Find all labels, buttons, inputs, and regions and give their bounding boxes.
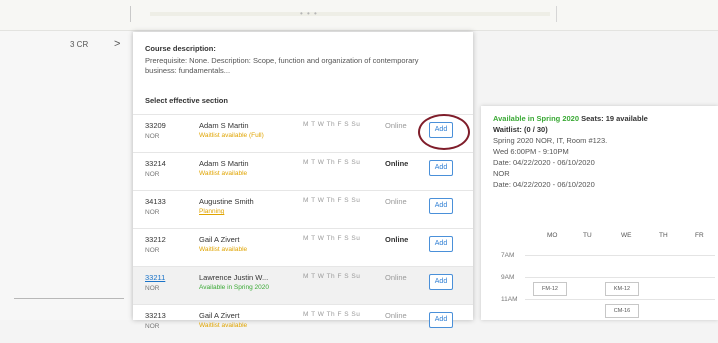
availability-status: Available in Spring 2020: [493, 114, 580, 123]
section-status: Waitlist available: [199, 170, 248, 177]
section-row[interactable]: 33213 NOR Gail A Zivert Waitlist availab…: [133, 304, 473, 343]
date-range: Date: 04/22/2020 - 06/10/2020: [493, 180, 595, 189]
section-status: Planning: [199, 208, 225, 215]
delivery-mode: Online: [385, 197, 407, 206]
meeting-days: M T W Th F S Su: [303, 273, 361, 280]
section-detail-panel: Available in Spring 2020 Seats: 19 avail…: [481, 106, 718, 320]
add-section-button[interactable]: Add: [429, 236, 453, 252]
section-code: 33212: [145, 235, 166, 244]
calendar-time-label: 11AM: [501, 296, 518, 303]
calendar-gridline: [525, 277, 715, 278]
calendar-event[interactable]: FM-12: [533, 282, 567, 296]
detail-campus: NOR: [493, 169, 510, 178]
section-campus: NOR: [145, 133, 160, 140]
calendar-day-header: FR: [695, 232, 704, 239]
availability-line: Available in Spring 2020 Seats: 19 avail…: [493, 114, 648, 123]
delivery-mode: Online: [385, 273, 407, 282]
meeting-days: M T W Th F S Su: [303, 121, 361, 128]
add-section-button[interactable]: Add: [429, 312, 453, 328]
section-row[interactable]: 33214 NOR Adam S Martin Waitlist availab…: [133, 152, 473, 191]
meeting-days: M T W Th F S Su: [303, 235, 361, 242]
section-status: Waitlist available (Full): [199, 132, 264, 139]
section-status: Available in Spring 2020: [199, 284, 269, 291]
description-title: Course description:: [145, 44, 216, 53]
instructor-name: Gail A Zivert: [199, 311, 240, 320]
meeting-days: M T W Th F S Su: [303, 197, 361, 204]
delivery-mode: Online: [385, 121, 407, 130]
calendar-time-label: 9AM: [501, 274, 515, 281]
delivery-mode: Online: [385, 311, 407, 320]
waitlist-count: Waitlist: (0 / 30): [493, 125, 548, 134]
calendar-day-header: MO: [547, 232, 558, 239]
delivery-mode: Online: [385, 159, 409, 168]
seats-available: Seats: 19 available: [581, 114, 648, 123]
add-section-button[interactable]: Add: [429, 160, 453, 176]
section-row-selected[interactable]: 33211 NOR Lawrence Justin W... Available…: [133, 266, 473, 305]
calendar-time-label: 7AM: [501, 252, 515, 259]
section-campus: NOR: [145, 209, 160, 216]
meeting-days: M T W Th F S Su: [303, 159, 361, 166]
toolbar-strip: [150, 12, 550, 16]
highlight-circle: [418, 114, 470, 150]
section-code: 33214: [145, 159, 166, 168]
section-code: 33213: [145, 311, 166, 320]
calendar-gridline: [525, 299, 715, 300]
calendar-gridline: [525, 255, 715, 256]
section-code-link[interactable]: 33211: [145, 273, 165, 282]
toolbar-divider: [130, 6, 131, 22]
toolbar-divider: [556, 6, 557, 22]
section-row[interactable]: 33212 NOR Gail A Zivert Waitlist availab…: [133, 228, 473, 267]
select-section-label: Select effective section: [145, 96, 228, 105]
calendar-event[interactable]: CM-16: [605, 304, 639, 318]
instructor-name: Adam S Martin: [199, 159, 249, 168]
section-campus: NOR: [145, 171, 160, 178]
instructor-name: Augustine Smith: [199, 197, 254, 206]
credit-hours: 3 CR: [70, 40, 89, 49]
instructor-name: Lawrence Justin W...: [199, 273, 269, 282]
section-code: 33209: [145, 121, 166, 130]
section-campus: NOR: [145, 323, 160, 330]
section-code: 34133: [145, 197, 166, 206]
section-status: Waitlist available: [199, 322, 248, 329]
calendar-day-header: TH: [659, 232, 668, 239]
toolbar-dots: • • •: [300, 9, 318, 18]
course-list: [0, 31, 131, 320]
section-status: Waitlist available: [199, 246, 248, 253]
add-section-button[interactable]: Add: [429, 198, 453, 214]
calendar-day-header: WE: [621, 232, 632, 239]
section-location: Spring 2020 NOR, IT, Room #123.: [493, 136, 608, 145]
calendar-event[interactable]: KM-12: [605, 282, 639, 296]
delivery-mode: Online: [385, 235, 409, 244]
section-campus: NOR: [145, 247, 160, 254]
chevron-right-icon[interactable]: >: [114, 38, 120, 50]
course-row[interactable]: 3 CR >: [0, 36, 131, 58]
meeting-time: Wed 6:00PM - 9:10PM: [493, 147, 569, 156]
meeting-days: M T W Th F S Su: [303, 311, 361, 318]
date-range: Date: 04/22/2020 - 06/10/2020: [493, 158, 595, 167]
instructor-name: Gail A Zivert: [199, 235, 240, 244]
description-text: Prerequisite: None. Description: Scope, …: [145, 56, 419, 75]
course-popover: Course description: Prerequisite: None. …: [133, 32, 473, 330]
divider: [14, 298, 124, 299]
top-toolbar: • • •: [0, 0, 718, 31]
section-row[interactable]: 34133 NOR Augustine Smith Planning M T W…: [133, 190, 473, 229]
add-section-button[interactable]: Add: [429, 274, 453, 290]
section-campus: NOR: [145, 285, 160, 292]
calendar-day-header: TU: [583, 232, 592, 239]
instructor-name: Adam S Martin: [199, 121, 249, 130]
